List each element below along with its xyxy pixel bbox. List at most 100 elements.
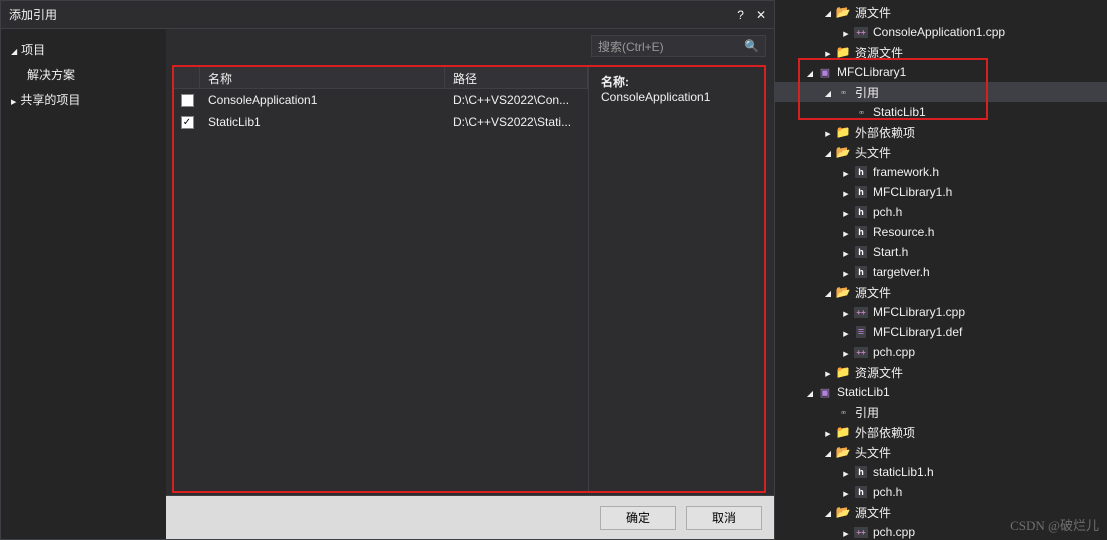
expand-closed-icon[interactable]: [839, 465, 853, 479]
h-icon: [853, 244, 869, 260]
tree-item[interactable]: pch.h: [775, 202, 1107, 222]
cpp-icon: [853, 524, 869, 540]
row-path: D:\C++VS2022\Con...: [445, 93, 588, 107]
tree-item[interactable]: 引用: [775, 402, 1107, 422]
tree-item[interactable]: targetver.h: [775, 262, 1107, 282]
tree-item[interactable]: 源文件: [775, 2, 1107, 22]
expand-closed-icon[interactable]: [839, 485, 853, 499]
search-input[interactable]: 搜索(Ctrl+E) 🔍: [591, 35, 766, 57]
expand-closed-icon[interactable]: [839, 25, 853, 39]
tree-item[interactable]: MFCLibrary1: [775, 62, 1107, 82]
watermark: CSDN @破烂儿: [1010, 515, 1099, 534]
expand-open-icon[interactable]: [821, 285, 835, 299]
expand-open-icon[interactable]: [821, 445, 835, 459]
folder-icon: [835, 424, 851, 440]
table-row[interactable]: ✓ StaticLib1 D:\C++VS2022\Stati...: [174, 111, 588, 133]
table-row[interactable]: ConsoleApplication1 D:\C++VS2022\Con...: [174, 89, 588, 111]
ref-icon: [835, 84, 851, 100]
column-checkbox[interactable]: [174, 67, 200, 88]
expand-closed-icon[interactable]: [821, 45, 835, 59]
expand-open-icon[interactable]: [821, 505, 835, 519]
expand-closed-icon[interactable]: [821, 125, 835, 139]
dialog-body: 项目 解决方案 共享的项目 搜索(Ctrl+E) 🔍 名称 路径: [1, 29, 774, 539]
ok-button[interactable]: 确定: [600, 506, 676, 530]
tree-item-label: 外部依赖项: [855, 124, 915, 141]
expand-closed-icon[interactable]: [839, 525, 853, 539]
row-checkbox[interactable]: ✓: [174, 116, 200, 129]
tree-item[interactable]: ConsoleApplication1.cpp: [775, 22, 1107, 42]
column-path[interactable]: 路径: [445, 67, 588, 88]
folder-icon: [835, 44, 851, 60]
expand-closed-icon[interactable]: [821, 425, 835, 439]
tree-item[interactable]: MFCLibrary1.cpp: [775, 302, 1107, 322]
expand-closed-icon[interactable]: [839, 245, 853, 259]
expand-closed-icon[interactable]: [839, 205, 853, 219]
detail-label: 名称:: [601, 73, 752, 90]
expand-closed-icon[interactable]: [839, 165, 853, 179]
proj-icon: [817, 64, 833, 80]
dialog-sidebar: 项目 解决方案 共享的项目: [1, 29, 166, 539]
tree-item[interactable]: Start.h: [775, 242, 1107, 262]
tree-item[interactable]: StaticLib1: [775, 382, 1107, 402]
checkbox-icon: ✓: [181, 116, 194, 129]
tree-item-label: StaticLib1: [837, 385, 890, 399]
expand-open-icon[interactable]: [803, 65, 817, 79]
tree-item[interactable]: MFCLibrary1.h: [775, 182, 1107, 202]
table-header: 名称 路径: [174, 67, 588, 89]
tree-item-label: ConsoleApplication1.cpp: [873, 25, 1005, 39]
tree-item[interactable]: pch.cpp: [775, 342, 1107, 362]
expand-closed-icon[interactable]: [839, 225, 853, 239]
row-checkbox[interactable]: [174, 94, 200, 107]
expand-closed-icon[interactable]: [839, 345, 853, 359]
expand-closed-icon[interactable]: [821, 365, 835, 379]
tree-item-label: 头文件: [855, 144, 891, 161]
expand-closed-icon[interactable]: [839, 265, 853, 279]
tree-item[interactable]: 资源文件: [775, 42, 1107, 62]
expand-open-icon[interactable]: [821, 145, 835, 159]
tree-item[interactable]: 资源文件: [775, 362, 1107, 382]
tree-item-label: 资源文件: [855, 44, 903, 61]
dialog-titlebar: 添加引用 ? ✕: [1, 1, 774, 29]
tree-item[interactable]: pch.h: [775, 482, 1107, 502]
tree-item-label: 源文件: [855, 504, 891, 521]
sidebar-header[interactable]: 项目: [1, 37, 166, 62]
folder-open-icon: [835, 284, 851, 300]
expand-open-icon[interactable]: [803, 385, 817, 399]
expand-open-icon[interactable]: [821, 5, 835, 19]
tree-item[interactable]: staticLib1.h: [775, 462, 1107, 482]
tree-item[interactable]: MFCLibrary1.def: [775, 322, 1107, 342]
expand-closed-icon[interactable]: [839, 305, 853, 319]
tree-item[interactable]: StaticLib1: [775, 102, 1107, 122]
tree-item[interactable]: 源文件: [775, 282, 1107, 302]
tree-item[interactable]: 头文件: [775, 142, 1107, 162]
tree-item[interactable]: 外部依赖项: [775, 122, 1107, 142]
expand-closed-icon[interactable]: [839, 325, 853, 339]
h-icon: [853, 484, 869, 500]
cancel-button[interactable]: 取消: [686, 506, 762, 530]
def-icon: [853, 324, 869, 340]
chevron-down-icon: [11, 43, 17, 57]
tree-item[interactable]: 外部依赖项: [775, 422, 1107, 442]
checkbox-icon: [181, 94, 194, 107]
cpp-icon: [853, 304, 869, 320]
tree-item-label: 引用: [855, 404, 879, 421]
h-icon: [853, 184, 869, 200]
column-name[interactable]: 名称: [200, 67, 445, 88]
sidebar-item-shared[interactable]: 共享的项目: [1, 87, 166, 112]
h-icon: [853, 204, 869, 220]
close-icon[interactable]: ✕: [756, 8, 766, 22]
sidebar-item-solution[interactable]: 解决方案: [1, 62, 166, 87]
tree-item-label: MFCLibrary1.cpp: [873, 305, 965, 319]
h-icon: [853, 164, 869, 180]
expand-open-icon[interactable]: [821, 85, 835, 99]
tree-item-label: 引用: [855, 84, 879, 101]
tree-item[interactable]: framework.h: [775, 162, 1107, 182]
expand-closed-icon[interactable]: [839, 185, 853, 199]
tree-item[interactable]: 头文件: [775, 442, 1107, 462]
reference-table: 名称 路径 ConsoleApplication1 D:\C++VS2022\C…: [174, 67, 589, 491]
ref-icon: [853, 104, 869, 120]
tree-item[interactable]: Resource.h: [775, 222, 1107, 242]
dialog-footer: 确定 取消: [166, 495, 774, 539]
tree-item[interactable]: 引用: [775, 82, 1107, 102]
help-icon[interactable]: ?: [737, 8, 744, 22]
